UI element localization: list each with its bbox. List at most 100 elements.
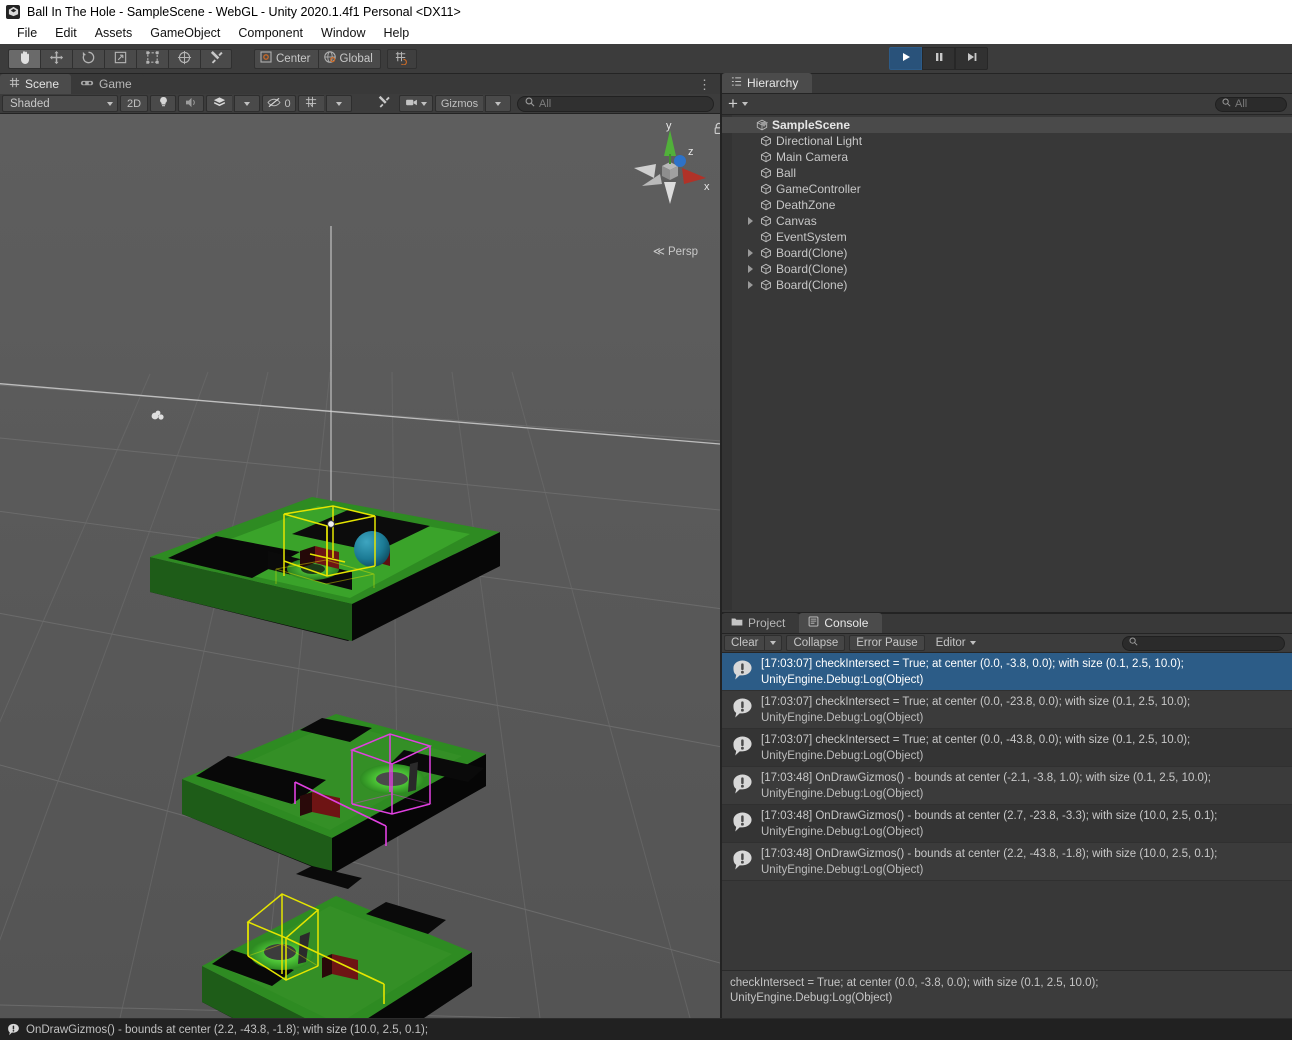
expand-triangle-icon[interactable] bbox=[760, 122, 768, 127]
hierarchy-panel: Hierarchy + All SampleScene Directional … bbox=[722, 73, 1292, 612]
component-tools-button[interactable] bbox=[371, 95, 397, 112]
console-log-row[interactable]: [17:03:48] OnDrawGizmos() - bounds at ce… bbox=[722, 805, 1292, 843]
gameobject-icon bbox=[760, 231, 772, 243]
scene-camera-button[interactable] bbox=[399, 95, 433, 112]
expand-triangle-icon[interactable] bbox=[748, 265, 753, 273]
transform-tool-button[interactable] bbox=[168, 48, 200, 69]
tab-hierarchy[interactable]: Hierarchy bbox=[722, 73, 813, 93]
error-pause-toggle[interactable]: Error Pause bbox=[849, 635, 925, 651]
hierarchy-item-deathzone[interactable]: DeathZone bbox=[722, 197, 1292, 213]
info-log-icon bbox=[732, 773, 753, 798]
scene-orientation-gizmo[interactable]: y x z bbox=[628, 120, 712, 230]
console-log-list[interactable]: [17:03:07] checkIntersect = True; at cen… bbox=[722, 653, 1292, 960]
hierarchy-search-input[interactable]: All bbox=[1215, 96, 1287, 112]
expand-triangle-icon[interactable] bbox=[748, 249, 753, 257]
hierarchy-item-ball[interactable]: Ball bbox=[722, 165, 1292, 181]
hierarchy-item-eventsystem[interactable]: EventSystem bbox=[722, 229, 1292, 245]
menu-window[interactable]: Window bbox=[312, 23, 374, 44]
console-log-stack: UnityEngine.Debug:Log(Object) bbox=[761, 711, 924, 724]
tab-console[interactable]: Console bbox=[799, 613, 883, 633]
hierarchy-item-directional-light[interactable]: Directional Light bbox=[722, 133, 1292, 149]
step-button[interactable] bbox=[955, 47, 988, 70]
lighting-toggle-button[interactable] bbox=[150, 95, 176, 112]
console-log-row[interactable]: [17:03:07] checkIntersect = True; at cen… bbox=[722, 729, 1292, 767]
move-tool-button[interactable] bbox=[40, 48, 72, 69]
scene-viewport[interactable]: y x z ≪ Persp bbox=[0, 114, 720, 1018]
editor-dropdown[interactable]: Editor bbox=[929, 635, 983, 651]
projection-mode-label[interactable]: ≪ Persp bbox=[653, 244, 698, 258]
grid-visibility-button[interactable] bbox=[298, 95, 324, 112]
menu-component[interactable]: Component bbox=[229, 23, 312, 44]
gameobject-icon bbox=[760, 167, 772, 179]
grid-snap-icon bbox=[394, 50, 409, 68]
2d-toggle-button[interactable]: 2D bbox=[120, 95, 148, 112]
tab-project[interactable]: Project bbox=[722, 613, 800, 633]
hierarchy-item-canvas[interactable]: Canvas bbox=[722, 213, 1292, 229]
shading-mode-dropdown[interactable]: Shaded bbox=[2, 95, 118, 112]
chevron-down-icon bbox=[421, 101, 427, 106]
console-log-stack: UnityEngine.Debug:Log(Object) bbox=[761, 749, 924, 762]
console-log-row[interactable]: [17:03:07] checkIntersect = True; at cen… bbox=[722, 691, 1292, 729]
gameobject-icon bbox=[760, 247, 772, 259]
grid-dropdown[interactable] bbox=[326, 95, 352, 112]
rect-tool-button[interactable] bbox=[136, 48, 168, 69]
menu-assets[interactable]: Assets bbox=[86, 23, 142, 44]
clear-button[interactable]: Clear bbox=[724, 635, 765, 651]
chevron-down-icon bbox=[107, 101, 113, 106]
hierarchy-item-label: SampleScene bbox=[772, 118, 851, 132]
chevron-down-icon bbox=[770, 641, 777, 645]
audio-toggle-button[interactable] bbox=[178, 95, 204, 112]
info-log-icon bbox=[732, 659, 753, 684]
hierarchy-icon bbox=[731, 76, 742, 90]
hierarchy-item-samplescene[interactable]: SampleScene bbox=[722, 117, 1292, 133]
scene-search-input[interactable]: All bbox=[517, 95, 714, 112]
gameobject-icon bbox=[760, 151, 772, 163]
console-detail-pane[interactable]: checkIntersect = True; at center (0.0, -… bbox=[722, 970, 1292, 1018]
tab-game[interactable]: Game bbox=[71, 74, 144, 94]
gameobject-icon bbox=[760, 135, 772, 147]
hierarchy-item-board-clone-1[interactable]: Board(Clone) bbox=[722, 245, 1292, 261]
2d-label: 2D bbox=[126, 97, 142, 110]
status-bar[interactable]: OnDrawGizmos() - bounds at center (2.2, … bbox=[0, 1018, 1292, 1040]
hierarchy-item-gamecontroller[interactable]: GameController bbox=[722, 181, 1292, 197]
hierarchy-item-board-clone-3[interactable]: Board(Clone) bbox=[722, 277, 1292, 293]
expand-triangle-icon[interactable] bbox=[748, 217, 753, 225]
console-search-input[interactable] bbox=[1122, 635, 1285, 651]
play-button[interactable] bbox=[889, 47, 922, 70]
clear-dropdown[interactable] bbox=[764, 635, 783, 651]
pause-button[interactable] bbox=[922, 47, 955, 70]
effects-dropdown[interactable] bbox=[234, 95, 260, 112]
gizmos-toggle-button[interactable]: Gizmos bbox=[435, 95, 483, 112]
console-log-message: [17:03:07] checkIntersect = True; at cen… bbox=[761, 695, 1191, 708]
hierarchy-add-button[interactable]: + bbox=[728, 95, 748, 112]
gizmos-dropdown[interactable] bbox=[485, 95, 511, 112]
chevron-down-icon bbox=[495, 101, 501, 106]
rotate-tool-button[interactable] bbox=[72, 48, 104, 69]
step-icon bbox=[966, 51, 978, 66]
pivot-mode-button[interactable]: Center bbox=[254, 48, 318, 69]
hierarchy-item-main-camera[interactable]: Main Camera bbox=[722, 149, 1292, 165]
console-log-row[interactable]: [17:03:48] OnDrawGizmos() - bounds at ce… bbox=[722, 843, 1292, 881]
hidden-objects-button[interactable]: 0 bbox=[262, 95, 296, 112]
tab-scene[interactable]: Scene bbox=[0, 74, 72, 94]
collapse-toggle[interactable]: Collapse bbox=[786, 635, 846, 651]
expand-triangle-icon[interactable] bbox=[748, 281, 753, 289]
effects-toggle-button[interactable] bbox=[206, 95, 232, 112]
hierarchy-tree[interactable]: SampleScene Directional Light Main Camer… bbox=[722, 115, 1292, 610]
kebab-menu-icon[interactable]: ⋮ bbox=[698, 77, 712, 93]
snap-settings-button[interactable] bbox=[386, 48, 417, 69]
custom-tool-button[interactable] bbox=[200, 48, 232, 69]
chevron-down-icon bbox=[336, 101, 342, 106]
console-log-row[interactable]: [17:03:48] OnDrawGizmos() - bounds at ce… bbox=[722, 767, 1292, 805]
pivot-mode-label: Center bbox=[276, 52, 311, 65]
hierarchy-item-board-clone-2[interactable]: Board(Clone) bbox=[722, 261, 1292, 277]
menu-edit[interactable]: Edit bbox=[46, 23, 86, 44]
menu-gameobject[interactable]: GameObject bbox=[141, 23, 229, 44]
hand-tool-button[interactable] bbox=[8, 48, 40, 69]
console-log-row[interactable]: [17:03:07] checkIntersect = True; at cen… bbox=[722, 653, 1292, 691]
menu-help[interactable]: Help bbox=[374, 23, 418, 44]
scale-tool-button[interactable] bbox=[104, 48, 136, 69]
space-mode-button[interactable]: Global bbox=[317, 48, 381, 69]
menu-file[interactable]: File bbox=[8, 23, 46, 44]
console-log-message: [17:03:48] OnDrawGizmos() - bounds at ce… bbox=[761, 847, 1218, 860]
